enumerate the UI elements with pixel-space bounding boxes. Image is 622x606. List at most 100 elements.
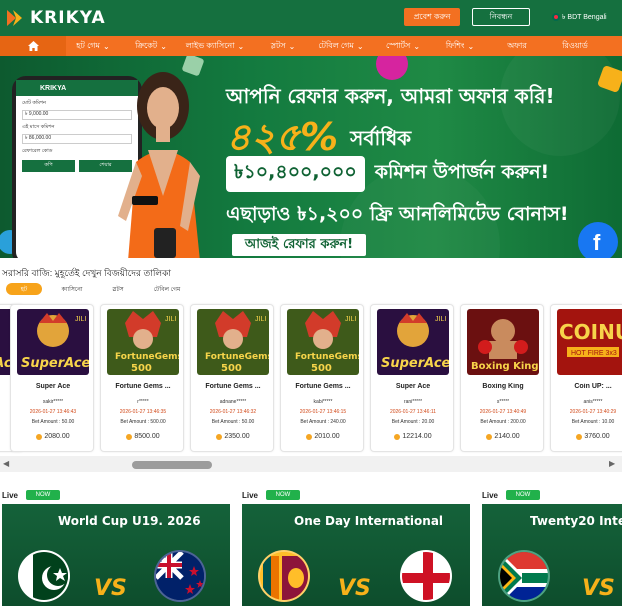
win-amount: 12214.00	[371, 433, 455, 440]
pakistan-flag-icon	[18, 550, 70, 602]
winner-user: r*****	[137, 399, 149, 405]
winner-card[interactable]: Boxing King Boxing King s***** 2026-01-27 1…	[460, 304, 544, 452]
winner-card[interactable]: COINUP HOT FIRE 3x3 Coin UP: ... anis***** 2…	[550, 304, 622, 452]
svg-text:500: 500	[131, 363, 152, 374]
carousel-scrollbar[interactable]: ◀ ▶	[0, 456, 622, 472]
win-time: 2026-01-27 13:46:32	[209, 409, 257, 415]
match-card[interactable]: One Day International VS	[242, 504, 470, 606]
scrollbar-thumb[interactable]	[132, 461, 212, 469]
svg-text:COINUP: COINUP	[559, 320, 622, 344]
bet-amount: Bet Amount : 200.00	[480, 419, 526, 425]
vs-label: VS	[582, 576, 615, 601]
nav-slots[interactable]: স্লটস ⌄	[258, 36, 308, 56]
nav-sports[interactable]: স্পোর্টস ⌄	[374, 36, 432, 56]
game-thumbnail: Boxing King	[467, 309, 539, 375]
tab-casino[interactable]: ক্যাসিনো	[52, 283, 92, 295]
game-thumbnail: SuperAce JILI	[17, 309, 89, 375]
chevron-down-icon: ⌄	[356, 41, 364, 51]
winner-card[interactable]: SuperAce JILI Super Ace rani***** 2026-01-27…	[370, 304, 454, 452]
nav-label: লাইভ ক্যাসিনো	[185, 40, 235, 50]
win-time: 2026-01-27 13:46:11	[389, 409, 437, 415]
match-title: World Cup U19. 2026	[58, 514, 201, 528]
nav-hot-games[interactable]: হট গেম ⌄	[68, 36, 118, 56]
win-amount: 3760.00	[551, 433, 622, 440]
win-amount: 2140.00	[461, 433, 545, 440]
winner-card[interactable]: SuperAce JILI Super Ace xakir***** 2026-01-2…	[10, 304, 94, 452]
winner-card[interactable]: FortuneGems 500 JILI Fortune Gems ... adnane…	[190, 304, 274, 452]
nav-label: ক্রিকেট	[135, 40, 158, 50]
live-now-label: Live NOW	[482, 489, 541, 501]
svg-text:f: f	[593, 230, 601, 255]
win-value: 2350.00	[224, 433, 250, 440]
banner-amount: ৳১০,৪০০,০০০	[226, 156, 365, 192]
winner-user: rani*****	[403, 399, 423, 405]
top-header: KRIKYA প্রবেশ করুন নিবন্ধন ৳ BDT Bengali	[0, 0, 622, 36]
win-time: 2026-01-27 13:40:29	[569, 409, 617, 415]
winner-card[interactable]: FortuneGems 500 JILI Fortune Gems ... kabi**…	[280, 304, 364, 452]
refer-now-button[interactable]: আজই রেফার করুন!	[232, 234, 366, 256]
coin-icon	[306, 433, 313, 440]
win-time: 2026-01-27 13:46:35	[119, 409, 167, 415]
svg-text:FortuneGems: FortuneGems	[295, 352, 359, 362]
game-name: Super Ace	[395, 383, 431, 390]
scroll-right-icon[interactable]: ▶	[609, 459, 615, 468]
game-name: Fortune Gems ...	[115, 383, 171, 390]
krikya-logo-icon	[4, 7, 26, 29]
site-logo[interactable]: KRIKYA	[4, 0, 106, 36]
svg-text:FortuneGems: FortuneGems	[205, 352, 269, 362]
game-name: Fortune Gems ...	[295, 383, 351, 390]
svg-text:Boxing King: Boxing King	[471, 361, 539, 372]
nav-cricket[interactable]: ক্রিকেট ⌄	[126, 36, 176, 56]
winner-user: kabi*****	[313, 399, 333, 405]
live-now-label: Live NOW	[2, 489, 61, 501]
scroll-left-icon[interactable]: ◀	[3, 459, 9, 468]
bet-amount: Bet Amount : 10.00	[571, 419, 615, 425]
win-value: 2080.00	[44, 433, 70, 440]
england-flag-icon	[400, 550, 452, 602]
nav-fishing[interactable]: ফিশিং ⌄	[436, 36, 484, 56]
language-label: ৳ BDT Bengali	[562, 14, 607, 21]
banner-bonus-line: এছাড়াও ৳১,২০০ ফ্রি আনলিমিটেড বোনাস!	[226, 203, 569, 225]
live-label: Live	[242, 490, 259, 500]
match-card[interactable]: World Cup U19. 2026 VS	[2, 504, 230, 606]
register-button[interactable]: নিবন্ধন	[472, 8, 530, 26]
win-amount: 2350.00	[191, 433, 275, 440]
nav-label: হট গেম	[76, 40, 100, 50]
win-amount: 8500.00	[101, 433, 185, 440]
winner-card[interactable]: FortuneGems 500 JILI Fortune Gems ... r*****…	[100, 304, 184, 452]
bet-amount: Bet Amount : 500.00	[120, 419, 166, 425]
nav-home[interactable]	[0, 36, 66, 56]
coin-icon	[36, 433, 43, 440]
live-winners-title: সরাসরি বাজি: মুহূর্তেই দেখুন বিজয়ীদের ত…	[2, 268, 172, 278]
win-value: 2140.00	[494, 433, 520, 440]
nav-table-games[interactable]: টেবিল গেম ⌄	[312, 36, 370, 56]
now-badge: NOW	[26, 490, 61, 500]
banner-commission-label: কমিশন উপার্জন করুন!	[374, 161, 550, 183]
win-amount: 2010.00	[281, 433, 365, 440]
nav-offers[interactable]: অফার	[492, 36, 542, 56]
match-card[interactable]: Twenty20 International VS	[482, 504, 622, 606]
tab-table-games[interactable]: টেবিল গেম	[144, 283, 190, 295]
svg-text:JILI: JILI	[165, 316, 176, 323]
svg-text:500: 500	[221, 363, 242, 374]
phone-brand: KRIKYA	[40, 84, 67, 92]
coin-icon	[394, 433, 401, 440]
win-value: 12214.00	[402, 433, 432, 440]
svg-text:HOT FIRE 3x3: HOT FIRE 3x3	[571, 350, 617, 357]
phone-copy-button: কপি	[22, 160, 75, 172]
winners-carousel[interactable]: SuperAce SuperAce JILI Super Ace xakir***** 2…	[0, 302, 622, 454]
referral-banner[interactable]: f KRIKYA মোট কমিশন ৳ 9,000.00 এই মাসে কম…	[0, 56, 622, 258]
login-button[interactable]: প্রবেশ করুন	[404, 8, 460, 26]
game-name: Boxing King	[482, 383, 524, 390]
chevron-down-icon: ⌄	[103, 41, 110, 51]
tab-slots[interactable]: স্লটস	[100, 283, 136, 295]
tab-hot[interactable]: হট	[6, 283, 42, 295]
nav-live-casino[interactable]: লাইভ ক্যাসিনো ⌄	[180, 36, 250, 56]
game-name: Coin UP: ...	[574, 383, 612, 390]
nav-rewards[interactable]: রিওয়ার্ড	[550, 36, 600, 56]
bet-amount: Bet Amount : 240.00	[300, 419, 346, 425]
language-selector[interactable]: ৳ BDT Bengali	[552, 11, 607, 23]
winner-user: anis*****	[583, 399, 603, 405]
banner-amount-row: ৳১০,৪০০,০০০ কমিশন উপার্জন করুন!	[226, 156, 549, 192]
svg-text:JILI: JILI	[75, 316, 86, 323]
